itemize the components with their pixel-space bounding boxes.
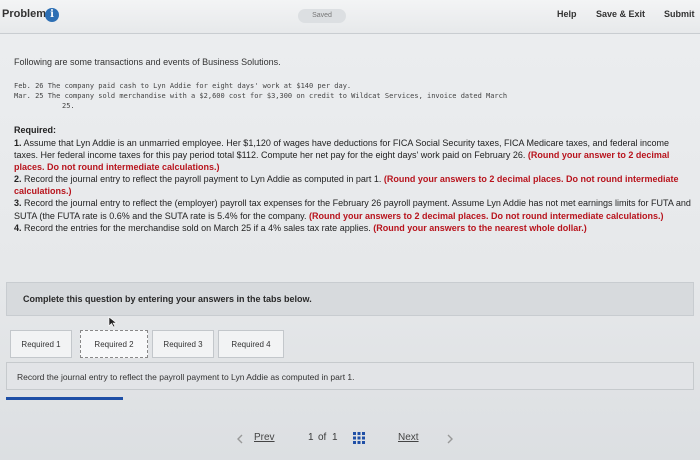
question-panel: Complete this question by entering your … — [6, 282, 694, 316]
submit-link[interactable]: Submit — [664, 9, 695, 19]
required-item-note: (Round your answers to the nearest whole… — [373, 222, 587, 233]
required-item: 2. Record the journal entry to reflect t… — [14, 173, 694, 197]
required-title: Required: — [14, 125, 57, 135]
page-total: 1 — [332, 432, 338, 443]
top-bar: Problem i Saved Help Save & Exit Submit — [0, 0, 700, 34]
transaction-line: Mar. 25 The company sold merchandise wit… — [14, 92, 508, 100]
next-link[interactable]: Next — [398, 432, 419, 443]
tab-required-1[interactable]: Required 1 — [10, 330, 72, 358]
required-item-number: 3. — [14, 198, 22, 209]
required-item-number: 4. — [14, 222, 22, 233]
required-item-text: Record the journal entry to reflect the … — [24, 174, 382, 185]
required-list: 1. Assume that Lyn Addie is an unmarried… — [14, 137, 694, 234]
required-item: 1. Assume that Lyn Addie is an unmarried… — [14, 137, 694, 173]
progress-bar — [6, 397, 694, 400]
save-exit-link[interactable]: Save & Exit — [596, 9, 645, 19]
required-item: 3. Record the journal entry to reflect t… — [14, 197, 694, 221]
tab-required-3[interactable]: Required 3 — [152, 330, 214, 358]
panel-instruction: Complete this question by entering your … — [23, 294, 312, 304]
required-item-note: (Round your answers to 2 decimal places.… — [308, 210, 664, 221]
chevron-right-icon[interactable] — [446, 434, 454, 444]
info-icon[interactable]: i — [45, 8, 59, 22]
help-link[interactable]: Help — [557, 9, 577, 19]
transaction-line: Feb. 26 The company paid cash to Lyn Add… — [14, 82, 352, 90]
prev-link[interactable]: Prev — [254, 432, 275, 443]
tab-instruction-box: Record the journal entry to reflect the … — [6, 362, 694, 390]
intro-text: Following are some transactions and even… — [14, 57, 281, 67]
page-current: 1 — [308, 432, 314, 443]
transaction-line: 25. — [62, 102, 75, 110]
tab-instruction-text: Record the journal entry to reflect the … — [17, 372, 355, 382]
chevron-left-icon[interactable] — [236, 434, 244, 444]
cursor-arrow-icon — [108, 316, 118, 328]
page-of-word: of — [318, 432, 327, 443]
required-item-number: 2. — [14, 174, 22, 185]
required-item-number: 1. — [14, 138, 22, 148]
grid-icon[interactable] — [353, 432, 365, 444]
required-item-text: Record the entries for the merchandise s… — [24, 222, 371, 233]
tab-required-4[interactable]: Required 4 — [218, 330, 284, 358]
progress-fill — [6, 397, 123, 400]
tab-required-2[interactable]: Required 2 — [80, 330, 148, 358]
problem-label: Problem — [2, 8, 47, 20]
saved-status-badge: Saved — [298, 9, 346, 23]
required-item: 4. Record the entries for the merchandis… — [14, 222, 694, 234]
